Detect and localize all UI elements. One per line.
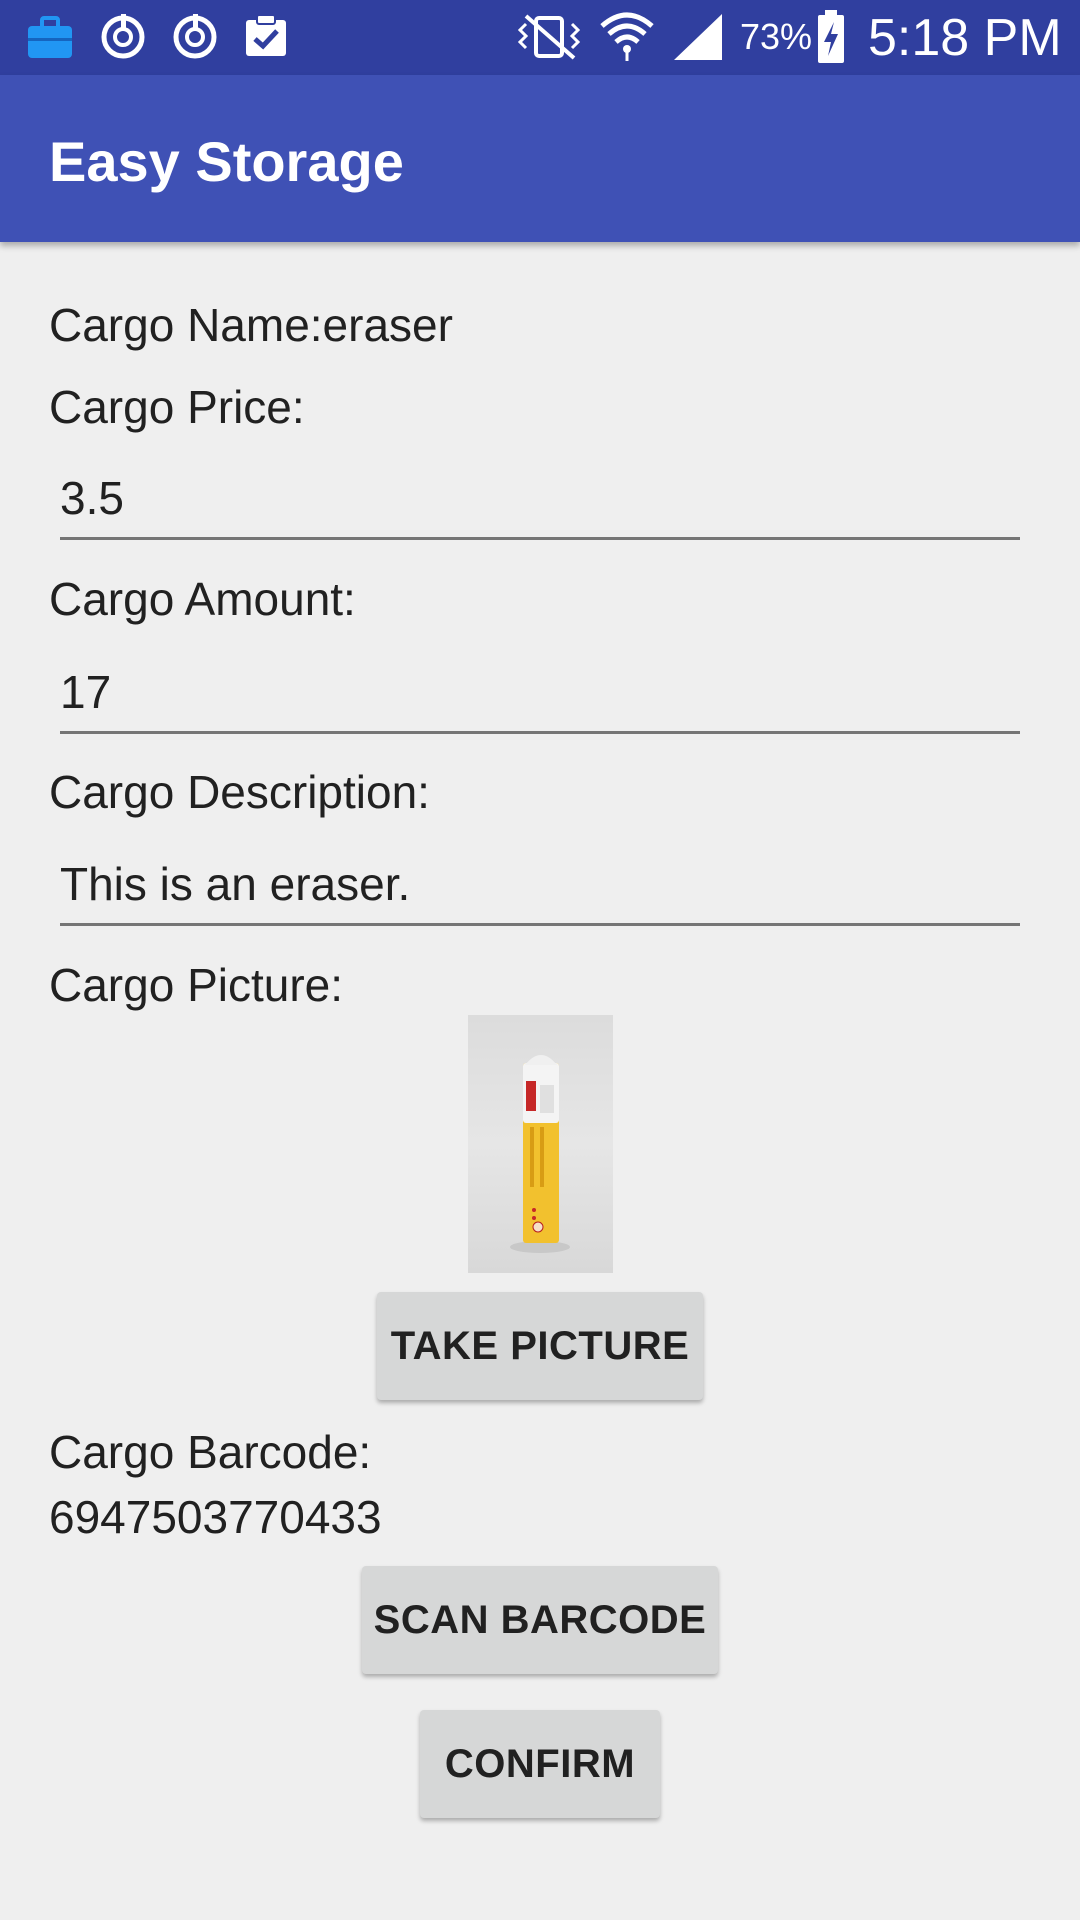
- cargo-amount-input[interactable]: 17: [60, 651, 1020, 734]
- app-title: Easy Storage: [49, 130, 404, 193]
- cargo-picture-label: Cargo Picture:: [49, 959, 344, 1011]
- status-bar: 73% 5:18 PM: [0, 0, 1080, 75]
- cargo-barcode-value: 6947503770433: [49, 1491, 382, 1543]
- sync-icon: [173, 14, 217, 59]
- cargo-price-label: Cargo Price:: [49, 381, 305, 433]
- battery-charging-icon: [818, 10, 844, 63]
- clipboard-check-icon: [246, 14, 286, 56]
- wifi-icon: [600, 12, 654, 61]
- cargo-description-input[interactable]: This is an eraser.: [60, 843, 1020, 926]
- cargo-description-label: Cargo Description:: [49, 766, 430, 818]
- signal-icon: [674, 14, 722, 60]
- confirm-button[interactable]: CONFIRM: [420, 1710, 660, 1818]
- cargo-price-input[interactable]: 3.5: [60, 457, 1020, 540]
- scan-barcode-button[interactable]: SCAN BARCODE: [362, 1566, 718, 1674]
- cargo-price-value: 3.5: [60, 472, 124, 524]
- cargo-barcode-label: Cargo Barcode:: [49, 1426, 372, 1478]
- cargo-amount-label: Cargo Amount:: [49, 573, 356, 625]
- battery-percent: 73%: [740, 16, 813, 57]
- cargo-description-value: This is an eraser.: [60, 858, 411, 910]
- app-bar: Easy Storage: [0, 75, 1080, 242]
- eraser-image: [510, 1055, 570, 1253]
- clock: 5:18 PM: [868, 9, 1062, 67]
- cargo-picture: [468, 1015, 613, 1273]
- take-picture-button[interactable]: TAKE PICTURE: [377, 1292, 703, 1400]
- sync-icon: [101, 14, 145, 59]
- briefcase-icon: [28, 16, 72, 58]
- vibrate-mute-icon: [517, 14, 581, 60]
- cargo-name-label: Cargo Name:eraser: [49, 299, 453, 351]
- cargo-amount-value: 17: [60, 666, 112, 718]
